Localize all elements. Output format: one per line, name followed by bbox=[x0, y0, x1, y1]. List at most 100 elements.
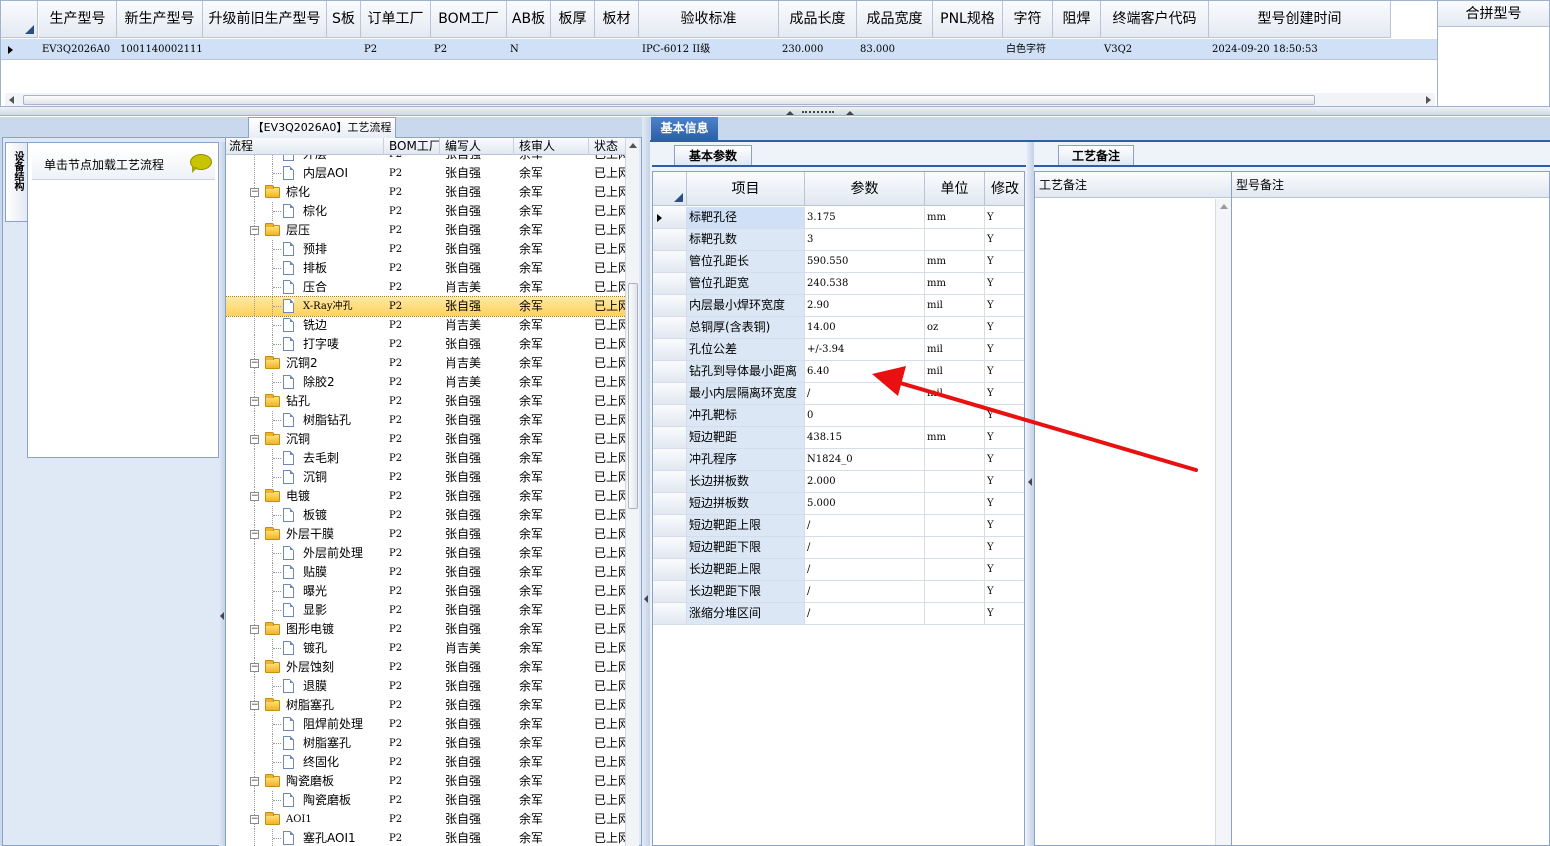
collapse-toggle-icon[interactable]: − bbox=[250, 359, 259, 368]
collapse-toggle-icon[interactable]: − bbox=[250, 625, 259, 634]
tree-row[interactable]: 阻焊前处理 P2 张自强 余军 已上网 bbox=[226, 715, 626, 734]
top-row-cell[interactable]: 230.000 bbox=[779, 39, 857, 60]
top-row-cell[interactable]: 83.000 bbox=[857, 39, 933, 60]
row-indicator[interactable] bbox=[653, 339, 687, 360]
top-row-cell[interactable]: EV3Q2026A0 bbox=[39, 39, 117, 60]
top-col-header[interactable]: 新生产型号 bbox=[117, 1, 203, 38]
param-cell-value[interactable]: 3 bbox=[805, 229, 925, 250]
row-indicator[interactable] bbox=[653, 317, 687, 338]
tree-col-header[interactable]: 流程 bbox=[226, 138, 384, 155]
tree-row[interactable]: − 树脂塞孔 P2 张自强 余军 已上网 bbox=[226, 696, 626, 715]
top-row-cell[interactable]: N bbox=[507, 39, 551, 60]
param-col-header[interactable]: 单位 bbox=[925, 172, 985, 206]
tree-col-header[interactable]: BOM工厂 bbox=[386, 138, 440, 155]
tree-row[interactable]: 树脂塞孔 P2 张自强 余军 已上网 bbox=[226, 734, 626, 753]
param-row[interactable]: 标靶孔径 3.175 mm Y bbox=[653, 207, 1024, 229]
top-row-cell[interactable]: 白色字符 bbox=[1003, 39, 1053, 60]
tree-row[interactable]: − 外层干膜 P2 张自强 余军 已上网 bbox=[226, 525, 626, 544]
param-cell-value[interactable]: 590.550 bbox=[805, 251, 925, 272]
splitter-up-icon-2[interactable] bbox=[846, 111, 854, 115]
top-col-header[interactable]: 终端客户代码 bbox=[1101, 1, 1209, 38]
param-row[interactable]: 短边靶距上限 / Y bbox=[653, 515, 1024, 537]
tree-row[interactable]: − 外层蚀刻 P2 张自强 余军 已上网 bbox=[226, 658, 626, 677]
param-cell-value[interactable]: / bbox=[805, 537, 925, 558]
tree-row[interactable]: 打字唛 P2 张自强 余军 已上网 bbox=[226, 335, 626, 354]
top-col-header[interactable]: 订单工厂 bbox=[361, 1, 431, 38]
process-notes-tab[interactable]: 工艺备注 bbox=[1058, 145, 1134, 166]
collapse-toggle-icon[interactable]: − bbox=[250, 226, 259, 235]
scroll-right-icon[interactable] bbox=[1426, 96, 1431, 104]
tree-vertical-scrollbar[interactable] bbox=[625, 138, 639, 846]
top-row-cell[interactable]: 2024-09-20 18:50:53 bbox=[1209, 39, 1391, 60]
top-col-header[interactable]: 字符 bbox=[1003, 1, 1053, 38]
row-indicator[interactable] bbox=[653, 449, 687, 470]
param-cell-value[interactable]: 2.90 bbox=[805, 295, 925, 316]
top-row-cell[interactable]: IPC-6012 II级 bbox=[639, 39, 779, 60]
row-indicator[interactable] bbox=[653, 207, 687, 228]
collapse-left-icon-2[interactable] bbox=[644, 595, 648, 603]
row-indicator[interactable] bbox=[653, 361, 687, 382]
top-col-header[interactable]: BOM工厂 bbox=[431, 1, 507, 38]
top-row-cell[interactable] bbox=[595, 39, 639, 60]
scroll-up-icon[interactable] bbox=[629, 143, 637, 148]
row-indicator[interactable] bbox=[653, 427, 687, 448]
tree-row[interactable]: − 层压 P2 张自强 余军 已上网 bbox=[226, 221, 626, 240]
tree-row[interactable]: 显影 P2 张自强 余军 已上网 bbox=[226, 601, 626, 620]
horizontal-splitter[interactable] bbox=[0, 107, 1550, 116]
tree-row[interactable]: 贴膜 P2 张自强 余军 已上网 bbox=[226, 563, 626, 582]
param-row[interactable]: 内层最小焊环宽度 2.90 mil Y bbox=[653, 295, 1024, 317]
top-row-cell[interactable]: 10011400021113 bbox=[117, 39, 203, 60]
collapse-toggle-icon[interactable]: − bbox=[250, 530, 259, 539]
top-row-cell[interactable] bbox=[327, 39, 361, 60]
vertical-splitter-left[interactable] bbox=[642, 117, 650, 846]
tree-row[interactable]: 除胶2 P2 肖吉美 余军 已上网 bbox=[226, 373, 626, 392]
collapse-toggle-icon[interactable]: − bbox=[250, 663, 259, 672]
top-col-header[interactable]: AB板 bbox=[507, 1, 551, 38]
top-col-header[interactable]: 阻焊 bbox=[1053, 1, 1101, 38]
tree-row[interactable]: 棕化 P2 张自强 余军 已上网 bbox=[226, 202, 626, 221]
vertical-tab-equipment[interactable]: 设备结构 bbox=[5, 142, 27, 222]
top-row-cell[interactable] bbox=[203, 39, 327, 60]
scroll-up-icon-2[interactable] bbox=[1220, 204, 1228, 209]
vertical-splitter-middle[interactable] bbox=[1027, 142, 1034, 846]
tree-row[interactable]: 陶瓷磨板 P2 张自强 余军 已上网 bbox=[226, 791, 626, 810]
param-cell-value[interactable]: / bbox=[805, 515, 925, 536]
tree-row[interactable]: − 沉铜2 P2 肖吉美 余军 已上网 bbox=[226, 354, 626, 373]
param-col-header[interactable]: 修改 bbox=[985, 172, 1024, 206]
param-cell-value[interactable]: / bbox=[805, 581, 925, 602]
tree-row[interactable]: − 图形电镀 P2 张自强 余军 已上网 bbox=[226, 620, 626, 639]
tree-row[interactable]: 终固化 P2 张自强 余军 已上网 bbox=[226, 753, 626, 772]
param-row[interactable]: 标靶孔数 3 Y bbox=[653, 229, 1024, 251]
param-row[interactable]: 长边靶距上限 / Y bbox=[653, 559, 1024, 581]
top-row-cell[interactable]: V3Q2 bbox=[1101, 39, 1209, 60]
tree-row[interactable]: − 沉铜 P2 张自强 余军 已上网 bbox=[226, 430, 626, 449]
top-col-header[interactable]: S板 bbox=[327, 1, 361, 38]
row-indicator[interactable] bbox=[653, 471, 687, 492]
tree-row[interactable]: 退膜 P2 张自强 余军 已上网 bbox=[226, 677, 626, 696]
collapse-toggle-icon[interactable]: − bbox=[250, 777, 259, 786]
horizontal-scrollbar[interactable] bbox=[5, 93, 1435, 106]
tree-row[interactable]: − 钻孔 P2 张自强 余军 已上网 bbox=[226, 392, 626, 411]
basic-params-tab[interactable]: 基本参数 bbox=[674, 145, 752, 166]
param-cell-value[interactable]: 14.00 bbox=[805, 317, 925, 338]
top-col-header[interactable]: PNL规格 bbox=[933, 1, 1003, 38]
splitter-up-icon[interactable] bbox=[786, 111, 794, 115]
tree-row[interactable]: 镀孔 P2 肖吉美 余军 已上网 bbox=[226, 639, 626, 658]
param-cell-value[interactable]: +/-3.94 bbox=[805, 339, 925, 360]
param-row[interactable]: 长边靶距下限 / Y bbox=[653, 581, 1024, 603]
row-indicator[interactable] bbox=[653, 603, 687, 624]
tree-row[interactable]: 铣边 P2 肖吉美 余军 已上网 bbox=[226, 316, 626, 335]
tree-row[interactable]: 外层 P2 张自强余军已上网 bbox=[226, 155, 626, 164]
process-flow-tab[interactable]: 【EV3Q2026A0】工艺流程 bbox=[248, 117, 396, 138]
tree-row[interactable]: 板镀 P2 张自强 余军 已上网 bbox=[226, 506, 626, 525]
top-row-cell[interactable]: P2 bbox=[431, 39, 507, 60]
top-col-header[interactable]: 验收标准 bbox=[639, 1, 779, 38]
tree-row[interactable]: 塞孔AOI1 P2 张自强 余军 已上网 bbox=[226, 829, 626, 846]
top-col-header[interactable]: 板厚 bbox=[551, 1, 595, 38]
tree-row[interactable]: − AOI1 P2 张自强 余军 已上网 bbox=[226, 810, 626, 829]
hint-bar[interactable]: 单击节点加载工艺流程 bbox=[32, 148, 215, 180]
param-cell-value[interactable]: 3.175 bbox=[805, 207, 925, 228]
tree-row[interactable]: 预排 P2 张自强 余军 已上网 bbox=[226, 240, 626, 259]
basic-info-tab[interactable]: 基本信息 bbox=[651, 117, 718, 140]
tree-row[interactable]: 内层AOI P2 张自强 余军 已上网 bbox=[226, 164, 626, 183]
